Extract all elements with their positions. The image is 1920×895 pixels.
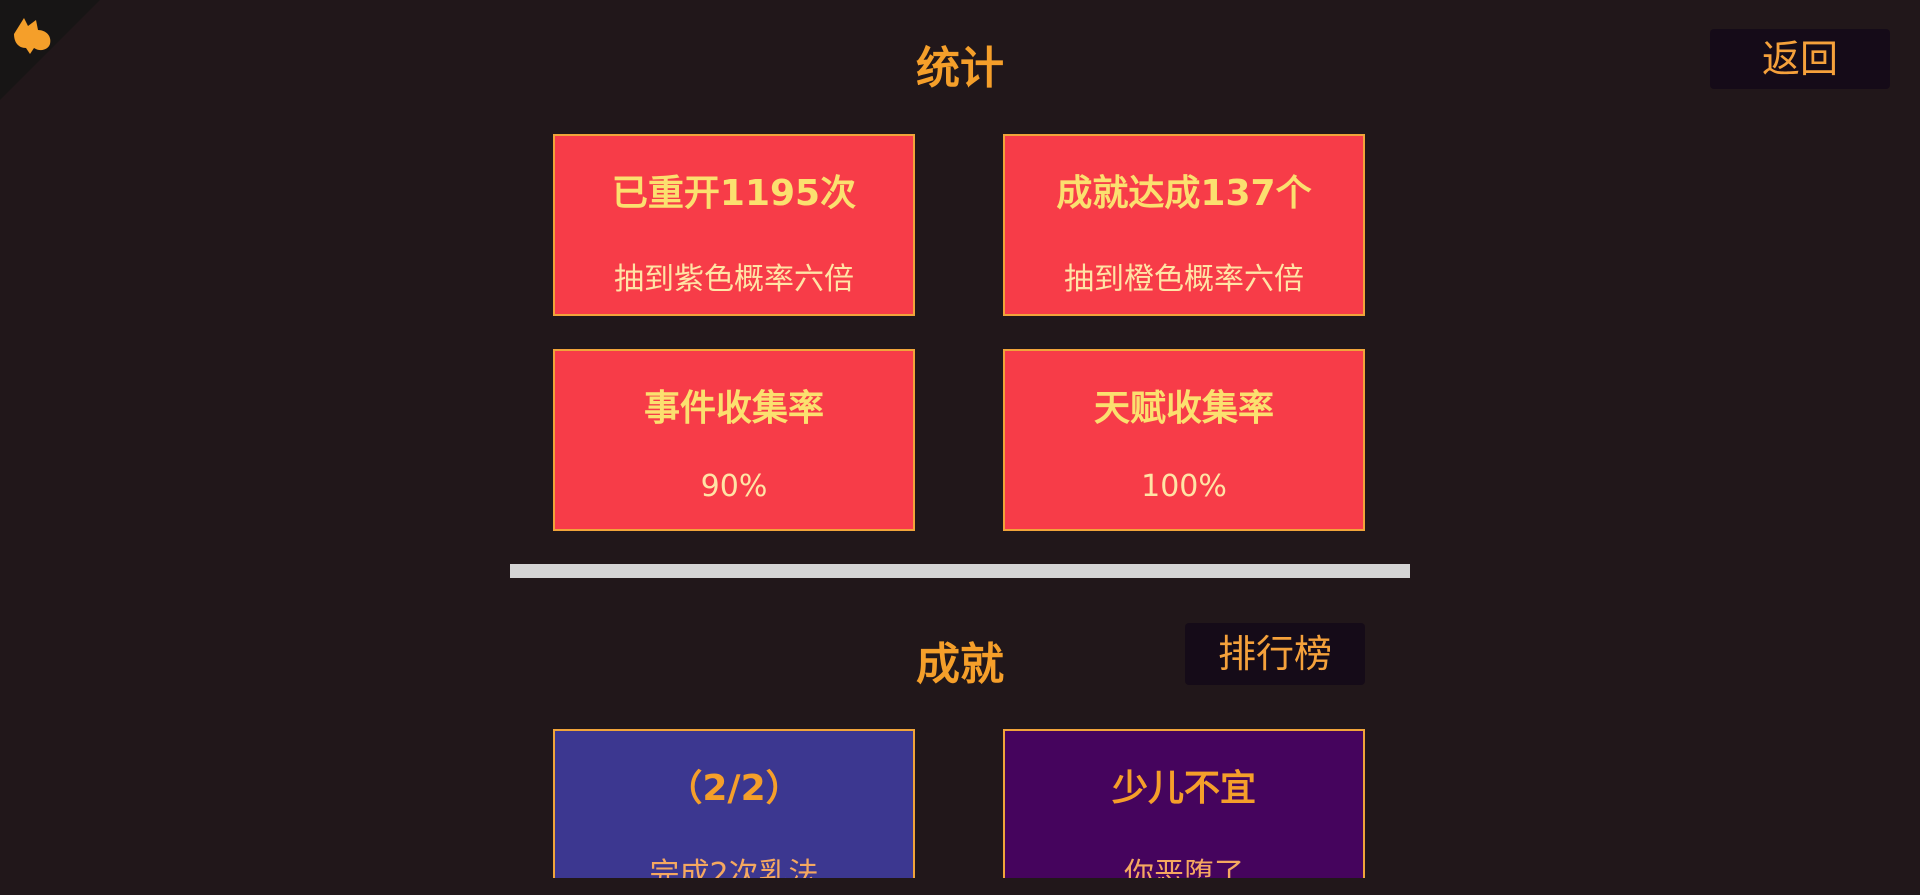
section-divider (510, 564, 1410, 578)
achievements-title: 成就 (916, 639, 1004, 690)
stat-card-events: 事件收集率 90% (553, 349, 915, 531)
stat-card-title: 成就达成137个 (1056, 173, 1312, 214)
stats-title: 统计 (916, 43, 1004, 94)
achievement-title: 少儿不宜 (1111, 768, 1256, 809)
achievement-title: （2/2） (666, 768, 802, 809)
achievement-card[interactable]: 少儿不宜 你恶堕了 (1003, 729, 1365, 895)
stat-card-desc: 抽到橙色概率六倍 (1064, 262, 1304, 297)
stat-card-restarts: 已重开1195次 抽到紫色概率六倍 (553, 134, 915, 316)
leaderboard-button[interactable]: 排行榜 (1185, 623, 1365, 685)
achievement-card[interactable]: （2/2） 完成2次乳法 (553, 729, 915, 895)
viewport-edge (0, 878, 1920, 895)
stat-card-title: 天赋收集率 (1093, 388, 1274, 429)
back-button[interactable]: 返回 (1710, 29, 1890, 89)
stat-card-title: 已重开1195次 (611, 173, 857, 214)
stat-card-desc: 抽到紫色概率六倍 (614, 262, 854, 297)
stat-card-desc: 90% (700, 469, 768, 504)
stat-card-title: 事件收集率 (643, 388, 824, 429)
stat-card-achievements: 成就达成137个 抽到橙色概率六倍 (1003, 134, 1365, 316)
stat-card-desc: 100% (1141, 469, 1227, 504)
stat-card-talents: 天赋收集率 100% (1003, 349, 1365, 531)
fox-icon[interactable] (10, 12, 56, 58)
app-root: 统计 返回 已重开1195次 抽到紫色概率六倍 成就达成137个 抽到橙色概率六… (0, 0, 1920, 895)
